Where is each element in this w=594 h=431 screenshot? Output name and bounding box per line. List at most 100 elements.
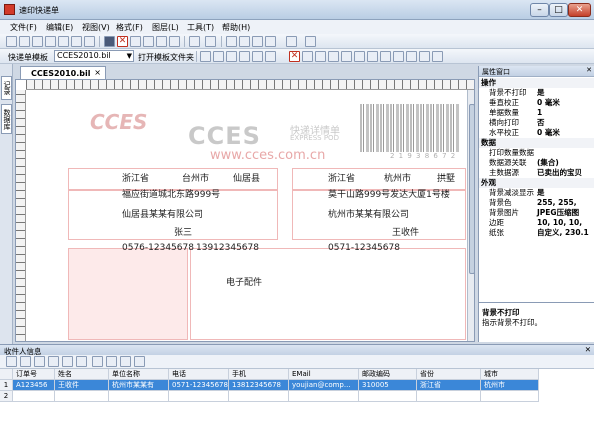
open-template-folder-button[interactable]: 打开模板文件夹 <box>138 52 194 63</box>
column-header[interactable]: 电话 <box>169 369 229 380</box>
lock-icon[interactable] <box>406 51 417 62</box>
sender-mobile[interactable]: 13912345678 <box>196 243 259 253</box>
table-cell[interactable]: 13812345678 <box>229 380 289 391</box>
preview-icon[interactable] <box>71 36 82 47</box>
sender-province[interactable]: 浙江省 <box>122 171 149 184</box>
receiver-name[interactable]: 王收件 <box>392 225 419 238</box>
align-right-icon[interactable] <box>226 51 237 62</box>
property-value[interactable]: 0 毫米 <box>537 98 560 108</box>
property-value[interactable]: 已卖出的宝贝 <box>537 168 582 178</box>
table-cell[interactable]: youjian@comp... <box>289 380 359 391</box>
zoom-icon[interactable] <box>432 51 443 62</box>
column-header[interactable]: 城市 <box>481 369 539 380</box>
column-header[interactable]: 姓名 <box>55 369 109 380</box>
receiver-phone[interactable]: 0571-12345678 <box>328 243 400 253</box>
column-header[interactable]: 邮政编码 <box>359 369 417 380</box>
grid-delete-icon[interactable]: ✕ <box>289 51 300 62</box>
line-icon[interactable] <box>130 36 141 47</box>
font-icon[interactable] <box>265 36 276 47</box>
column-header[interactable]: 订单号 <box>13 369 55 380</box>
table-cell[interactable] <box>417 391 481 402</box>
property-row[interactable]: 垂直校正 0 毫米 <box>479 98 594 108</box>
property-row[interactable]: 数据源关联 (集合) <box>479 158 594 168</box>
draw-icon[interactable] <box>143 36 154 47</box>
receiver-company[interactable]: 杭州市某某有限公司 <box>328 207 409 220</box>
table-filter-icon[interactable] <box>76 356 87 367</box>
table-cell[interactable]: 310005 <box>359 380 417 391</box>
align-top-icon[interactable] <box>239 51 250 62</box>
table-cell[interactable] <box>481 391 539 402</box>
table-cell[interactable]: 王收件 <box>55 380 109 391</box>
document-tab[interactable]: CCES2010.bil × <box>20 66 106 79</box>
bring-front-icon[interactable] <box>367 51 378 62</box>
tab-database[interactable]: 数据库 <box>1 104 12 134</box>
menu-tools[interactable]: 工具(T) <box>187 22 214 33</box>
item-description[interactable]: 电子配件 <box>226 275 262 288</box>
property-value[interactable]: 0 毫米 <box>537 128 560 138</box>
menu-layer[interactable]: 图层(L) <box>152 22 179 33</box>
row-number[interactable]: 1 <box>0 380 13 391</box>
table-new-icon[interactable] <box>6 356 17 367</box>
open-icon[interactable] <box>19 36 30 47</box>
column-header[interactable]: 单位名称 <box>109 369 169 380</box>
table-cell[interactable] <box>109 391 169 402</box>
receiver-address[interactable]: 莫干山路999号发达大厦1号楼 <box>328 187 450 200</box>
close-button[interactable]: ✕ <box>568 3 591 17</box>
property-value[interactable]: 自定义, 230.1 <box>537 228 589 238</box>
property-row[interactable]: 背景减淡显示是 <box>479 188 594 198</box>
property-row[interactable]: 横向打印 否 <box>479 118 594 128</box>
border-style-icon[interactable] <box>305 36 316 47</box>
pointer-icon[interactable] <box>104 36 115 47</box>
property-row[interactable]: 背景图片 JPEG压缩图 <box>479 208 594 218</box>
text-tool-icon[interactable] <box>156 36 167 47</box>
property-row[interactable]: 打印数量数据 <box>479 148 594 158</box>
grid-icon[interactable] <box>419 51 430 62</box>
property-category[interactable]: 数据 <box>479 138 594 148</box>
save-all-icon[interactable] <box>45 36 56 47</box>
sender-county[interactable]: 仙居县 <box>233 171 260 184</box>
property-value[interactable]: 255, 255, <box>537 198 577 208</box>
vertical-scrollbar[interactable] <box>467 90 474 341</box>
property-value[interactable]: 是 <box>537 188 545 198</box>
align-left-icon[interactable] <box>200 51 211 62</box>
table-settings-icon[interactable] <box>134 356 145 367</box>
undo-icon[interactable] <box>189 36 200 47</box>
pin-icon[interactable]: ✕ <box>586 66 592 74</box>
property-row[interactable]: 边距 10, 10, 10, <box>479 218 594 228</box>
tab-records[interactable]: 记录 <box>1 76 12 100</box>
table-print-icon[interactable] <box>48 356 59 367</box>
table-delete-row-icon[interactable] <box>106 356 117 367</box>
close-icon[interactable]: ✕ <box>585 345 591 354</box>
menu-help[interactable]: 帮助(H) <box>222 22 250 33</box>
table-cell[interactable] <box>13 391 55 402</box>
menu-view[interactable]: 视图(V) <box>82 22 110 33</box>
menu-format[interactable]: 格式(F) <box>116 22 143 33</box>
same-height-icon[interactable] <box>315 51 326 62</box>
property-value[interactable]: 10, 10, 10, <box>537 218 582 228</box>
table-cell[interactable] <box>55 391 109 402</box>
table-cell[interactable] <box>229 391 289 402</box>
copy-icon[interactable] <box>239 36 250 47</box>
table-search-icon[interactable] <box>62 356 73 367</box>
menu-edit[interactable]: 编辑(E) <box>46 22 73 33</box>
property-value[interactable]: 是 <box>537 88 545 98</box>
redo-icon[interactable] <box>205 36 216 47</box>
table-insert-row-icon[interactable] <box>92 356 103 367</box>
new-icon[interactable] <box>6 36 17 47</box>
property-category[interactable]: 外观 <box>479 178 594 188</box>
align-middle-icon[interactable] <box>252 51 263 62</box>
image-tool-icon[interactable] <box>169 36 180 47</box>
receiver-district[interactable]: 拱墅 <box>437 171 455 184</box>
table-cell[interactable] <box>289 391 359 402</box>
minimize-button[interactable]: – <box>530 3 549 17</box>
property-row[interactable]: 单据数量 1 <box>479 108 594 118</box>
maximize-button[interactable]: □ <box>549 3 568 17</box>
space-vertical-icon[interactable] <box>354 51 365 62</box>
same-size-icon[interactable] <box>328 51 339 62</box>
sender-name[interactable]: 张三 <box>174 225 192 238</box>
property-row[interactable]: 水平校正 0 毫米 <box>479 128 594 138</box>
close-icon[interactable]: × <box>94 68 101 77</box>
align-bottom-icon[interactable] <box>265 51 276 62</box>
table-cell[interactable]: 杭州市某某有 <box>109 380 169 391</box>
save-icon[interactable] <box>32 36 43 47</box>
